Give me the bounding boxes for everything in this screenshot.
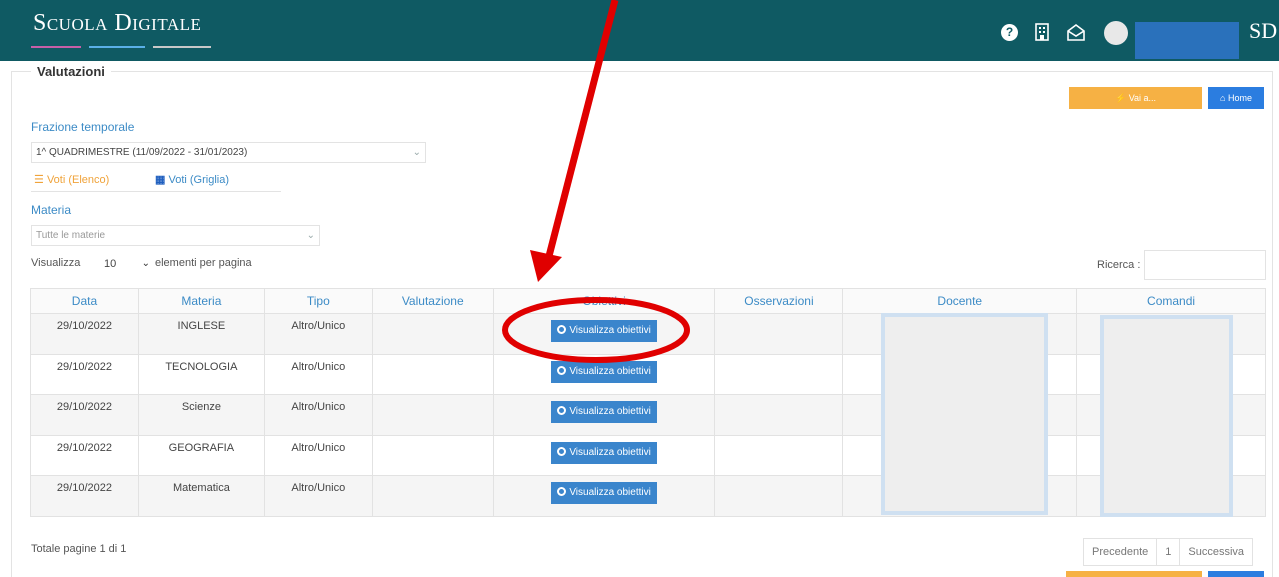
home-button[interactable]: ⌂ Home bbox=[1208, 87, 1264, 109]
view-objectives-button[interactable]: Visualizza obiettivi bbox=[551, 482, 657, 504]
col-docente[interactable]: Docente bbox=[842, 288, 1078, 314]
brand-logo[interactable]: Scuola Digitale bbox=[33, 10, 201, 37]
cell-objectives: Visualizza obiettivi bbox=[492, 434, 716, 476]
tab-voti-griglia[interactable]: ▦ Voti (Griglia) bbox=[155, 169, 229, 191]
cell-type: Altro/Unico bbox=[263, 313, 373, 355]
search-label: Ricerca : bbox=[1097, 259, 1141, 271]
grid-icon: ▦ bbox=[155, 174, 166, 186]
search-input[interactable] bbox=[1144, 250, 1266, 280]
total-pages: Totale pagine 1 di 1 bbox=[31, 543, 127, 555]
next-page-button[interactable]: Successiva bbox=[1180, 539, 1252, 565]
subject-label: Materia bbox=[31, 203, 72, 217]
subject-select[interactable]: Tutte le materie ⌄ bbox=[31, 225, 320, 246]
cell-date: 29/10/2022 bbox=[30, 353, 139, 395]
brand-underline bbox=[31, 46, 211, 49]
period-select[interactable]: 1^ QUADRIMESTRE (11/09/2022 - 31/01/2023… bbox=[31, 142, 426, 163]
table-row: 29/10/2022 Matematica Altro/Unico Visual… bbox=[30, 475, 1266, 517]
col-obiettivi[interactable]: Obiettivi bbox=[492, 288, 716, 314]
chevron-down-icon: ⌄ bbox=[141, 258, 150, 269]
target-icon bbox=[557, 365, 567, 375]
list-icon: ☰ bbox=[34, 174, 44, 186]
view-objectives-button[interactable]: Visualizza obiettivi bbox=[551, 401, 657, 423]
cell-subject: INGLESE bbox=[137, 313, 265, 355]
section-legend: Valutazioni bbox=[31, 64, 111, 79]
cell-subject: Scienze bbox=[137, 394, 265, 436]
grades-table: Data Materia Tipo Valutazione Obiettivi … bbox=[30, 288, 1266, 517]
vai-a-button[interactable]: ⚡ Vai a... bbox=[1069, 87, 1202, 109]
building-icon[interactable] bbox=[1034, 23, 1050, 45]
table-row: 29/10/2022 TECNOLOGIA Altro/Unico Visual… bbox=[30, 353, 1266, 395]
page-size-select[interactable]: 10 ⌄ bbox=[88, 252, 150, 276]
chevron-down-icon: ⌄ bbox=[306, 230, 315, 241]
top-bar: Scuola Digitale ? SD bbox=[0, 0, 1279, 61]
help-icon[interactable]: ? bbox=[1001, 24, 1018, 41]
tabs-divider bbox=[31, 191, 281, 192]
cell-notes bbox=[714, 394, 844, 436]
avatar[interactable] bbox=[1104, 21, 1128, 45]
cell-notes bbox=[714, 434, 844, 476]
teacher-redaction bbox=[881, 313, 1048, 515]
period-label: Frazione temporale bbox=[31, 120, 135, 134]
cell-type: Altro/Unico bbox=[263, 475, 373, 517]
table-row: 29/10/2022 GEOGRAFIA Altro/Unico Visuali… bbox=[30, 434, 1266, 476]
commands-redaction bbox=[1100, 315, 1233, 517]
cell-subject: TECNOLOGIA bbox=[137, 353, 265, 395]
view-objectives-button[interactable]: Visualizza obiettivi bbox=[551, 441, 657, 464]
cell-grade bbox=[371, 353, 494, 395]
cell-objectives: Visualizza obiettivi bbox=[492, 475, 716, 517]
user-name-redacted[interactable] bbox=[1135, 22, 1239, 59]
cell-date: 29/10/2022 bbox=[30, 475, 139, 517]
cell-notes bbox=[714, 353, 844, 395]
target-icon bbox=[557, 325, 567, 334]
cell-objectives: Visualizza obiettivi bbox=[492, 353, 716, 395]
mail-icon[interactable] bbox=[1066, 24, 1086, 45]
cell-notes bbox=[714, 313, 844, 355]
cell-objectives: Visualizza obiettivi bbox=[492, 313, 716, 355]
show-prefix: Visualizza bbox=[31, 257, 81, 269]
sd-logo: SD bbox=[1249, 18, 1278, 43]
chevron-down-icon: ⌄ bbox=[412, 147, 421, 158]
vai-a-button-bottom[interactable] bbox=[1066, 571, 1202, 577]
cell-notes bbox=[714, 475, 844, 517]
table-row: 29/10/2022 Scienze Altro/Unico Visualizz… bbox=[30, 394, 1266, 436]
cell-objectives: Visualizza obiettivi bbox=[492, 394, 716, 436]
cell-date: 29/10/2022 bbox=[30, 394, 139, 436]
cell-grade bbox=[371, 313, 494, 355]
cell-grade bbox=[371, 434, 494, 476]
table-row: 29/10/2022 INGLESE Altro/Unico Visualizz… bbox=[30, 313, 1266, 355]
cell-type: Altro/Unico bbox=[263, 353, 373, 395]
tab-voti-elenco[interactable]: ☰ Voti (Elenco) bbox=[31, 169, 109, 191]
cell-subject: Matematica bbox=[137, 475, 265, 517]
cell-type: Altro/Unico bbox=[263, 394, 373, 436]
col-data[interactable]: Data bbox=[30, 288, 139, 314]
col-materia[interactable]: Materia bbox=[137, 288, 265, 314]
bolt-icon: ⚡ bbox=[1114, 93, 1127, 103]
col-osservazioni[interactable]: Osservazioni bbox=[714, 288, 844, 314]
page-1-button[interactable]: 1 bbox=[1157, 539, 1181, 565]
view-objectives-button[interactable]: Visualizza obiettivi bbox=[551, 320, 657, 342]
cell-grade bbox=[371, 475, 494, 517]
table-header-row: Data Materia Tipo Valutazione Obiettivi … bbox=[30, 288, 1266, 314]
show-suffix: elementi per pagina bbox=[155, 257, 252, 269]
cell-subject: GEOGRAFIA bbox=[137, 434, 265, 476]
target-icon bbox=[557, 406, 567, 415]
home-button-bottom[interactable] bbox=[1208, 571, 1264, 577]
col-comandi[interactable]: Comandi bbox=[1076, 288, 1266, 314]
target-icon bbox=[557, 487, 567, 496]
cell-grade bbox=[371, 394, 494, 436]
cell-date: 29/10/2022 bbox=[30, 434, 139, 476]
prev-page-button[interactable]: Precedente bbox=[1084, 539, 1158, 565]
cell-type: Altro/Unico bbox=[263, 434, 373, 476]
col-valutazione[interactable]: Valutazione bbox=[371, 288, 494, 314]
home-icon: ⌂ bbox=[1220, 93, 1226, 103]
view-objectives-button[interactable]: Visualizza obiettivi bbox=[551, 360, 657, 383]
col-tipo[interactable]: Tipo bbox=[263, 288, 373, 314]
target-icon bbox=[557, 446, 567, 456]
pagination: Precedente 1 Successiva bbox=[1083, 538, 1254, 566]
cell-date: 29/10/2022 bbox=[30, 313, 139, 355]
